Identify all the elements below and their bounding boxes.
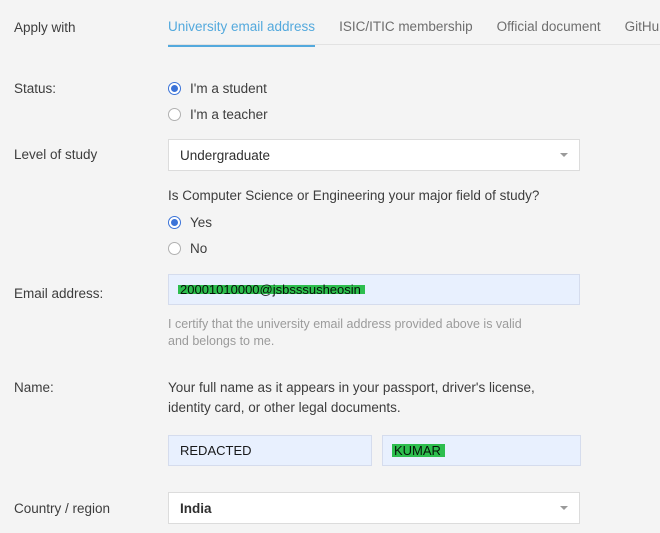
level-of-study-label: Level of study xyxy=(14,147,97,162)
status-label: Status: xyxy=(14,81,56,96)
level-of-study-select-box[interactable]: Undergraduate xyxy=(168,139,580,171)
country-region-value: India xyxy=(169,501,212,516)
radio-option-yes[interactable]: Yes xyxy=(168,212,539,233)
email-input[interactable]: 20001010000@jsbsssusheosin xyxy=(168,274,580,305)
major-field-question-group: Is Computer Science or Engineering your … xyxy=(168,188,539,264)
radio-no-label: No xyxy=(190,242,207,256)
status-radio-group: I'm a student I'm a teacher xyxy=(168,78,268,130)
radio-option-im-a-teacher[interactable]: I'm a teacher xyxy=(168,104,268,125)
chevron-down-icon[interactable] xyxy=(560,153,568,157)
name-description-line-2: identity card, or other legal documents. xyxy=(168,398,581,418)
email-certify-line-1: I certify that the university email addr… xyxy=(168,316,580,333)
name-inputs: REDACTED KUMAR xyxy=(168,435,581,466)
apply-with-label: Apply with xyxy=(14,20,76,35)
chevron-down-icon[interactable] xyxy=(560,506,568,510)
country-region-label: Country / region xyxy=(14,501,110,516)
tab-official-document[interactable]: Official document xyxy=(497,0,601,47)
radio-im-a-student-label: I'm a student xyxy=(190,82,267,96)
name-label: Name: xyxy=(14,380,54,395)
radio-option-no[interactable]: No xyxy=(168,238,539,259)
level-of-study-value: Undergraduate xyxy=(169,148,270,163)
email-address-field-group: 20001010000@jsbsssusheosin I certify tha… xyxy=(168,274,580,350)
tab-list: University email address ISIC/ITIC membe… xyxy=(168,0,660,46)
country-region-select[interactable]: India xyxy=(168,492,580,524)
level-of-study-select[interactable]: Undergraduate xyxy=(168,139,580,171)
last-name-value: KUMAR xyxy=(383,443,441,458)
radio-im-a-student-icon[interactable] xyxy=(168,82,181,95)
radio-im-a-teacher-label: I'm a teacher xyxy=(190,108,268,122)
tab-divider xyxy=(168,44,660,45)
radio-no-icon[interactable] xyxy=(168,242,181,255)
first-name-input[interactable]: REDACTED xyxy=(168,435,372,466)
tab-isic-itic-membership[interactable]: ISIC/ITIC membership xyxy=(339,0,473,47)
email-input-value: 20001010000@jsbsssusheosin xyxy=(169,282,361,297)
radio-im-a-teacher-icon[interactable] xyxy=(168,108,181,121)
country-region-select-box[interactable]: India xyxy=(168,492,580,524)
name-description: Your full name as it appears in your pas… xyxy=(168,378,581,418)
tab-university-email-address[interactable]: University email address xyxy=(168,0,315,47)
email-address-label: Email address: xyxy=(14,286,103,301)
radio-yes-icon[interactable] xyxy=(168,216,181,229)
first-name-value: REDACTED xyxy=(169,443,252,458)
radio-yes-label: Yes xyxy=(190,216,212,230)
email-certify-helper: I certify that the university email addr… xyxy=(168,316,580,350)
radio-option-im-a-student[interactable]: I'm a student xyxy=(168,78,268,99)
last-name-input[interactable]: KUMAR xyxy=(382,435,581,466)
major-field-question-text: Is Computer Science or Engineering your … xyxy=(168,188,539,203)
apply-with-tabbar: Apply with University email address ISIC… xyxy=(0,0,660,47)
name-field-group: Your full name as it appears in your pas… xyxy=(168,378,581,466)
email-certify-line-2: and belongs to me. xyxy=(168,333,580,350)
tab-github[interactable]: GitHub xyxy=(625,0,660,47)
name-description-line-1: Your full name as it appears in your pas… xyxy=(168,378,581,398)
